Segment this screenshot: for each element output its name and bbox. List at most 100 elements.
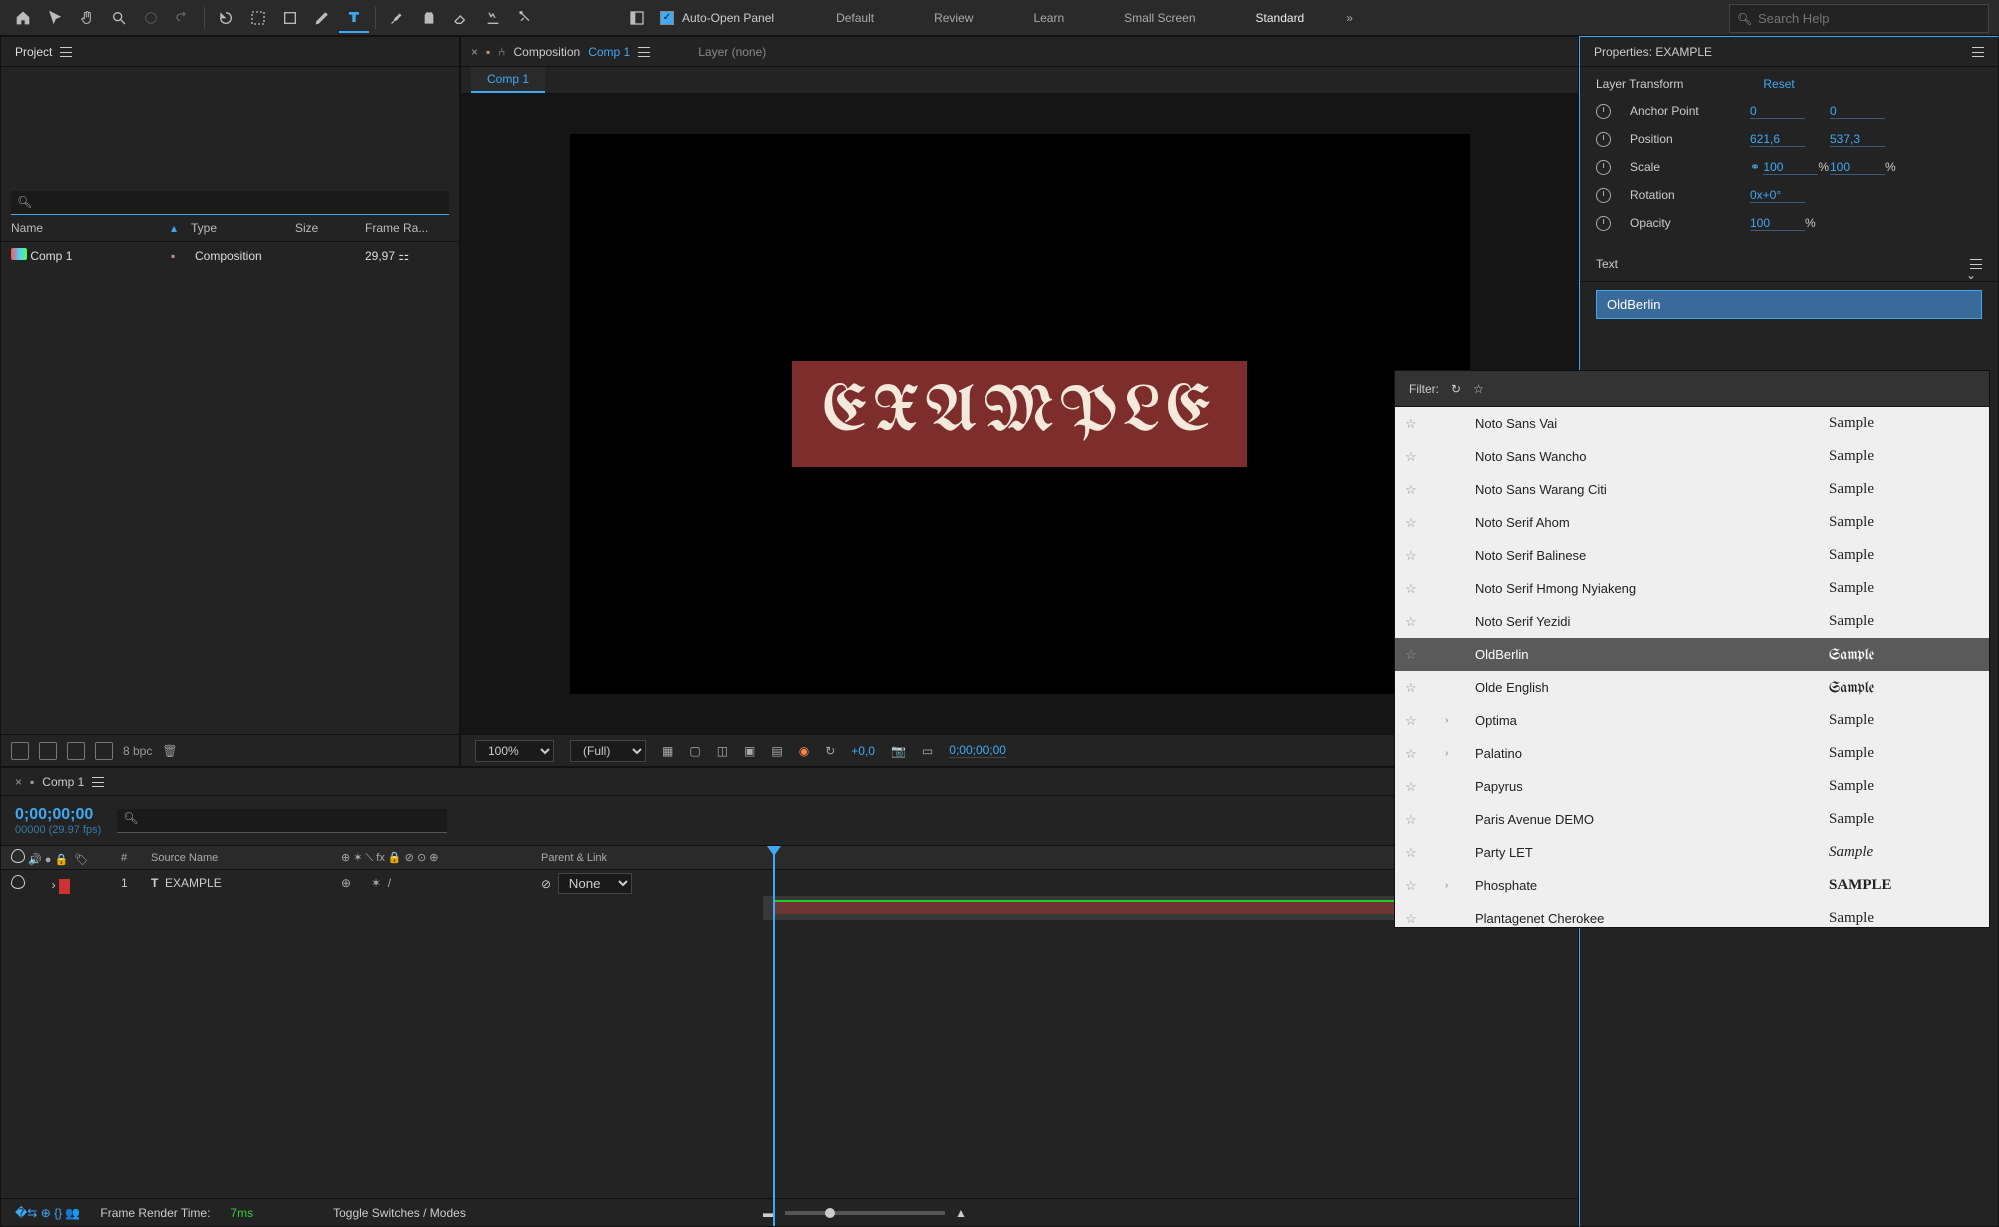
favorite-star-icon[interactable]: ☆ bbox=[1405, 647, 1445, 663]
snapshot-icon[interactable]: 📷 bbox=[891, 744, 906, 758]
font-item[interactable]: ☆Noto Serif Hmong NyiakengSample bbox=[1395, 572, 1989, 605]
pos-x[interactable]: 621,6 bbox=[1750, 132, 1805, 147]
expand-icon[interactable]: › bbox=[1445, 748, 1475, 759]
toggle-icons[interactable]: �⇆ ⊕ {} 👥 bbox=[15, 1206, 80, 1220]
panel-icon[interactable] bbox=[622, 3, 652, 33]
stopwatch-icon[interactable] bbox=[1596, 160, 1611, 175]
favorite-star-icon[interactable]: ☆ bbox=[1405, 449, 1445, 465]
shape-tool-icon[interactable] bbox=[275, 3, 305, 33]
favorite-star-icon[interactable]: ☆ bbox=[1405, 614, 1445, 630]
font-item[interactable]: ☆Party LETSample bbox=[1395, 836, 1989, 869]
scale-y[interactable]: 100 bbox=[1830, 160, 1885, 175]
brush-tool-icon[interactable] bbox=[382, 3, 412, 33]
eye-icon[interactable] bbox=[11, 849, 25, 863]
toggle-switches-modes[interactable]: Toggle Switches / Modes bbox=[333, 1206, 466, 1220]
layer-parent[interactable]: ⊘ None bbox=[541, 873, 681, 894]
font-item[interactable]: ☆Noto Sans Warang CitiSample bbox=[1395, 473, 1989, 506]
text-layer[interactable]: EXAMPLE bbox=[792, 361, 1247, 467]
opacity-val[interactable]: 100 bbox=[1750, 216, 1805, 231]
type-tool-icon[interactable] bbox=[339, 3, 369, 33]
anchor-rotate-icon[interactable] bbox=[211, 3, 241, 33]
new-comp-icon[interactable] bbox=[67, 742, 85, 760]
workspace-review[interactable]: Review bbox=[934, 11, 973, 25]
favorite-star-icon[interactable]: ☆ bbox=[1405, 581, 1445, 597]
favorite-star-icon[interactable]: ☆ bbox=[1405, 878, 1445, 894]
expand-icon[interactable]: › bbox=[1445, 880, 1475, 891]
channel-icon[interactable]: ▤ bbox=[771, 744, 782, 758]
font-item[interactable]: ☆Noto Serif YezidiSample bbox=[1395, 605, 1989, 638]
auto-open-checkbox[interactable] bbox=[660, 11, 674, 25]
stopwatch-icon[interactable] bbox=[1596, 216, 1611, 231]
font-item[interactable]: ☆Paris Avenue DEMOSample bbox=[1395, 803, 1989, 836]
workspace-standard[interactable]: Standard bbox=[1256, 11, 1305, 25]
font-item[interactable]: ☆›PalatinoSample bbox=[1395, 737, 1989, 770]
zoom-in-icon[interactable]: ▲ bbox=[955, 1206, 967, 1220]
favorite-star-icon[interactable]: ☆ bbox=[1405, 482, 1445, 498]
selection-tool-icon[interactable] bbox=[40, 3, 70, 33]
exposure-value[interactable]: +0,0 bbox=[851, 744, 875, 758]
comp-name[interactable]: Comp 1 bbox=[588, 45, 630, 59]
favorite-star-icon[interactable]: ☆ bbox=[1405, 515, 1445, 531]
zoom-slider[interactable] bbox=[785, 1211, 945, 1215]
eye-icon[interactable] bbox=[11, 875, 25, 889]
layer-tab[interactable]: Layer (none) bbox=[698, 45, 766, 59]
favorite-star-icon[interactable]: ☆ bbox=[1405, 911, 1445, 927]
filter-recent-icon[interactable]: ↻ bbox=[1451, 382, 1461, 396]
stopwatch-icon[interactable] bbox=[1596, 132, 1611, 147]
grid-icon[interactable]: ▦ bbox=[662, 744, 673, 758]
font-item[interactable]: ☆Olde EnglishSample bbox=[1395, 671, 1989, 704]
clone-tool-icon[interactable] bbox=[414, 3, 444, 33]
panel-menu-icon[interactable] bbox=[92, 777, 104, 787]
roto-tool-icon[interactable] bbox=[478, 3, 508, 33]
font-item[interactable]: ☆Noto Sans WanchoSample bbox=[1395, 440, 1989, 473]
timeline-search-input[interactable] bbox=[117, 809, 447, 833]
expand-icon[interactable]: › bbox=[1445, 715, 1475, 726]
reset-link[interactable]: Reset bbox=[1763, 77, 1794, 91]
zoom-select[interactable]: 100% bbox=[475, 740, 554, 762]
favorite-star-icon[interactable]: ☆ bbox=[1405, 812, 1445, 828]
font-family-input[interactable] bbox=[1596, 290, 1982, 319]
font-item[interactable]: ☆PapyrusSample bbox=[1395, 770, 1989, 803]
new-folder-icon[interactable] bbox=[39, 742, 57, 760]
font-item[interactable]: ☆OldBerlinSample bbox=[1395, 638, 1989, 671]
scale-x[interactable]: 100 bbox=[1763, 160, 1818, 175]
project-search-input[interactable] bbox=[11, 191, 449, 215]
rotation-val[interactable]: 0x+0° bbox=[1750, 188, 1805, 203]
chevron-down-icon[interactable]: ⌄ bbox=[1966, 268, 1976, 282]
search-help-input[interactable] bbox=[1729, 4, 1989, 33]
favorite-star-icon[interactable]: ☆ bbox=[1405, 713, 1445, 729]
pos-y[interactable]: 537,3 bbox=[1830, 132, 1885, 147]
rotate-tool-icon[interactable] bbox=[168, 3, 198, 33]
home-icon[interactable] bbox=[8, 3, 38, 33]
font-item[interactable]: ☆›OptimaSample bbox=[1395, 704, 1989, 737]
hand-tool-icon[interactable] bbox=[72, 3, 102, 33]
anchor-x[interactable]: 0 bbox=[1750, 104, 1805, 119]
col-size[interactable]: Size bbox=[295, 221, 365, 235]
playhead-line[interactable] bbox=[773, 846, 775, 1226]
col-frame-rate[interactable]: Frame Ra... bbox=[365, 221, 435, 235]
panel-menu-icon[interactable] bbox=[1972, 47, 1984, 57]
favorite-star-icon[interactable]: ☆ bbox=[1405, 845, 1445, 861]
project-item-row[interactable]: Comp 1 ▪ Composition 29,97 ⚏ bbox=[1, 242, 459, 269]
favorite-star-icon[interactable]: ☆ bbox=[1405, 779, 1445, 795]
stopwatch-icon[interactable] bbox=[1596, 188, 1611, 203]
filter-favorite-icon[interactable]: ☆ bbox=[1473, 382, 1484, 396]
font-list[interactable]: ☆Noto Sans VaiSample☆Noto Sans WanchoSam… bbox=[1395, 407, 1989, 927]
bpc-label[interactable]: 8 bpc bbox=[123, 744, 152, 758]
workspace-overflow-icon[interactable]: » bbox=[1346, 11, 1353, 25]
favorite-star-icon[interactable]: ☆ bbox=[1405, 416, 1445, 432]
col-parent[interactable]: Parent & Link bbox=[541, 852, 681, 864]
close-tab-icon[interactable]: × bbox=[471, 45, 478, 59]
mask-icon[interactable]: ◫ bbox=[717, 744, 728, 758]
comp-subtab[interactable]: Comp 1 bbox=[471, 67, 545, 93]
link-icon[interactable]: ⚭ bbox=[1750, 160, 1760, 174]
close-tab-icon[interactable]: × bbox=[15, 775, 22, 789]
font-item[interactable]: ☆Noto Serif BalineseSample bbox=[1395, 539, 1989, 572]
workspace-small-screen[interactable]: Small Screen bbox=[1124, 11, 1195, 25]
pen-tool-icon[interactable] bbox=[307, 3, 337, 33]
puppet-tool-icon[interactable] bbox=[510, 3, 540, 33]
font-item[interactable]: ☆Noto Sans VaiSample bbox=[1395, 407, 1989, 440]
font-item[interactable]: ☆Plantagenet CherokeeSample bbox=[1395, 902, 1989, 927]
col-name[interactable]: Name bbox=[11, 221, 171, 235]
panel-menu-icon[interactable] bbox=[638, 47, 650, 57]
